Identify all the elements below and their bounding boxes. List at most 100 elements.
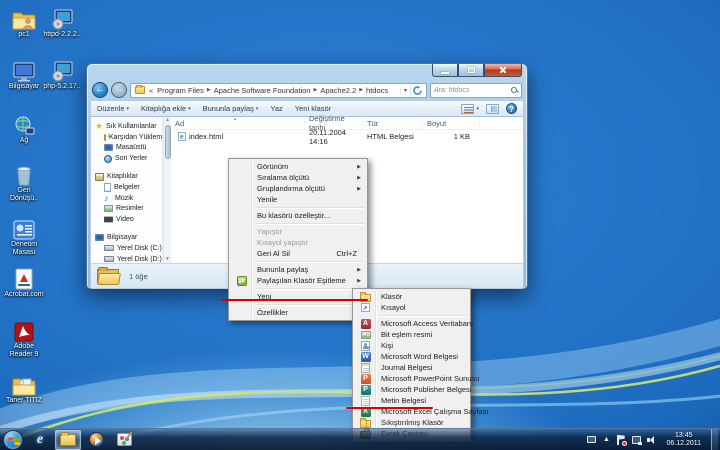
menu-item-siralama-olcutu[interactable]: Sıralama ölçütü▶ [231,172,365,183]
hard-drive-icon [104,245,114,251]
refresh-button[interactable] [410,84,424,97]
menu-item-gorunum[interactable]: Görünüm▶ [231,161,365,172]
menu-item-gruplandirma-olcutu[interactable]: Gruplandırma ölçütü▶ [231,183,365,194]
taskbar-clock[interactable]: 13:45 06.12.2011 [661,432,706,448]
window-titlebar[interactable] [90,64,524,80]
libraries-icon [95,173,104,181]
toolbar-duzenle[interactable]: Düzenle▾ [97,104,129,113]
close-button[interactable] [484,64,522,77]
desktop-icon-adobe-reader[interactable]: Adobe Reader 9 [4,318,44,359]
minimize-button[interactable] [432,64,458,77]
sidebar-item-disk-d[interactable]: Yerel Disk (D:) [91,254,162,263]
change-view-button[interactable]: ▾ [461,104,479,114]
breadcrumb-segment[interactable]: Apache2.2 [318,86,358,95]
start-button[interactable] [3,430,23,450]
breadcrumb-segment[interactable]: htdocs [364,86,390,95]
column-header-type[interactable]: Tür [363,117,423,129]
submenu-item-publisher[interactable]: PMicrosoft Publisher Belgesi [355,384,468,395]
maximize-button[interactable] [458,64,484,77]
submenu-item-bitmap[interactable]: Bit eşlem resmi [355,329,468,340]
column-header-name[interactable]: Ad▲ [171,117,305,129]
downloads-folder-icon [104,134,106,141]
menu-item-bu-klasoru-ozellestir[interactable]: Bu klasörü özelleştir... [231,210,365,221]
command-toolbar: Düzenle▾ Kitaplığa ekle▾ Bununla paylaş▾… [90,100,524,117]
breadcrumb-segment[interactable]: Program Files [155,86,206,95]
sidebar-item-music[interactable]: ♪Müzik [91,193,162,204]
desktop-icon-pc1[interactable]: pc1 [4,6,44,39]
annotation-underline-metin-belgesi [346,407,433,409]
address-dropdown-icon[interactable]: ▾ [400,87,410,94]
volume-icon[interactable] [646,435,656,445]
taskbar-media-player[interactable] [83,430,109,450]
sidebar-item-disk-c[interactable]: Yerel Disk (C:) [91,243,162,254]
desktop-icon-ag[interactable]: Ağ [4,112,44,145]
scroll-up-icon[interactable]: ▲ [165,117,170,124]
new-submenu: Klasör Kısayol AMicrosoft Access Veritab… [352,288,471,442]
sidebar-section-libraries[interactable]: Kitaplıklar [91,171,162,182]
submenu-arrow-icon: ▶ [357,267,361,273]
submenu-item-powerpoint[interactable]: PMicrosoft PowerPoint Sunusu [355,373,468,384]
tray-device-icon[interactable] [586,435,596,445]
context-menu: Görünüm▶ Sıralama ölçütü▶ Gruplandırma ö… [228,158,368,321]
submenu-arrow-icon: ▶ [357,164,361,170]
sidebar-item-downloads[interactable]: Karşıdan Yüklem [91,132,162,143]
action-center-flag-icon[interactable] [616,435,626,445]
menu-item-ozellikler[interactable]: Özellikler [231,307,365,318]
search-icon[interactable] [511,87,518,94]
menu-item-geri-al-sil[interactable]: Geri Al SilCtrl+Z [231,248,365,259]
column-header-size[interactable]: Boyut [423,117,480,129]
address-bar[interactable]: « Program Files ▶ Apache Software Founda… [130,83,427,98]
menu-item-yenile[interactable]: Yenile [231,194,365,205]
menu-item-paylasilan-klasor-esitleme[interactable]: ⇄Paylaşılan Klasör Eşitleme▶ [231,275,365,286]
sidebar-section-computer[interactable]: Bilgisayar [91,232,162,243]
submenu-item-zip[interactable]: Sıkıştırılmış Klasör [355,417,468,428]
desktop-icon-bilgisayar[interactable]: Bilgisayar [4,58,44,91]
search-placeholder: Ara: htdocs [434,87,511,94]
taskbar-windows-explorer[interactable] [55,430,81,450]
desktop-icon-httpd-installer[interactable]: httpd-2.2.2.. [42,6,82,39]
submenu-item-kisi[interactable]: Kişi [355,340,468,351]
desktop-icon-recycle-bin[interactable]: Geri Dönüşü.. [4,162,44,203]
submenu-item-journal[interactable]: Journal Belgesi [355,362,468,373]
search-input[interactable]: Ara: htdocs [430,83,522,98]
scroll-down-icon[interactable]: ▼ [165,256,170,263]
submenu-item-klasor[interactable]: Klasör [355,291,468,302]
toolbar-yaz[interactable]: Yaz [270,104,282,113]
help-button[interactable]: ? [506,103,517,114]
forward-button[interactable]: → [111,82,127,98]
menu-item-bununla-paylas[interactable]: Bununla paylaş▶ [231,264,365,275]
sidebar-section-favorites[interactable]: ★Sık Kullanılanlar [91,121,162,132]
sidebar-item-documents[interactable]: Belgeler [91,182,162,193]
toolbar-yeni-klasor[interactable]: Yeni klasör [295,104,331,113]
submenu-item-metin-belgesi[interactable]: Metin Belgesi [355,395,468,406]
scrollbar-thumb[interactable] [165,125,171,159]
show-hidden-icons-button[interactable]: ▲ [601,435,611,445]
taskbar-paint[interactable] [111,430,137,450]
column-header-modified[interactable]: Değiştirme tarihi [305,117,363,129]
desktop-icon-php-installer[interactable]: php-5.2.17.. [42,58,82,91]
menu-separator [255,261,364,262]
desktop-icon-taner-titiz[interactable]: Taner TİTİZ [4,372,44,405]
preview-pane-button[interactable] [486,104,499,114]
sidebar-scrollbar[interactable]: ▲ ▼ [163,117,171,263]
network-status-icon[interactable] [631,435,641,445]
sidebar-item-desktop[interactable]: Masaüstü [91,143,162,154]
toolbar-kitapliga-ekle[interactable]: Kitaplığa ekle▾ [141,104,191,113]
sidebar-item-video[interactable]: Video [91,214,162,225]
submenu-item-access[interactable]: AMicrosoft Access Veritabanı [355,318,468,329]
taskbar-internet-explorer[interactable]: e [27,430,53,450]
show-desktop-button[interactable] [711,429,718,450]
back-button[interactable]: ← [92,82,108,98]
desktop-icon-acrobat-com[interactable]: Acrobat.com [4,266,44,299]
desktop-icon-label: Ağ [4,137,44,145]
sidebar-item-pictures[interactable]: Resimler [91,204,162,215]
toolbar-bununla-paylas[interactable]: Bununla paylaş▾ [203,104,259,113]
submenu-item-kisayol[interactable]: Kısayol [355,302,468,313]
breadcrumb-segment[interactable]: Apache Software Foundation [212,86,313,95]
desktop: pc1 httpd-2.2.2.. Bilgisayar php-5.2.17.… [0,0,720,450]
submenu-item-word[interactable]: WMicrosoft Word Belgesi [355,351,468,362]
paint-icon [117,433,132,446]
desktop-icon-denetim-masasi[interactable]: Denetim Masası [4,216,44,257]
sidebar-item-recent[interactable]: Son Yerler [91,153,162,164]
submenu-arrow-icon: ▶ [357,186,361,192]
